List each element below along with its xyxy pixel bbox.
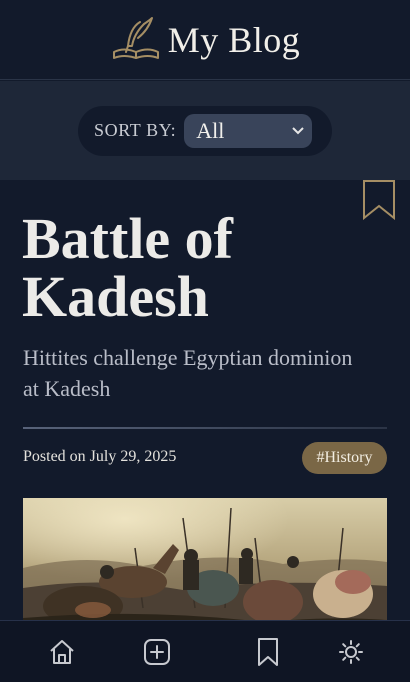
sort-control: SORT BY: All <box>78 105 332 156</box>
chevron-down-icon <box>292 124 304 138</box>
sort-bar: SORT BY: All <box>0 81 410 180</box>
sort-selected-value: All <box>196 117 225 143</box>
bottom-nav <box>0 620 410 682</box>
post-subtitle: Hittites challenge Egyptian dominion at … <box>23 345 353 401</box>
sort-select[interactable]: All <box>184 113 313 148</box>
theme-toggle-icon[interactable] <box>336 637 366 667</box>
app-title: My Blog <box>167 19 301 60</box>
post-date: Posted on July 29, 2025 <box>23 448 177 465</box>
home-icon[interactable] <box>47 637 77 667</box>
post-title: Battle of Kadesh <box>22 206 233 329</box>
battle-scene-painting <box>23 498 387 620</box>
quill-book-icon <box>112 16 159 59</box>
add-post-icon[interactable] <box>142 637 172 667</box>
bookmark-outline-icon[interactable] <box>362 180 396 220</box>
divider <box>23 427 387 429</box>
post-hero-image <box>23 498 387 620</box>
bookmark-icon[interactable] <box>253 637 283 667</box>
app-header: My Blog <box>0 0 410 80</box>
tag-badge[interactable]: #History <box>302 442 387 474</box>
sort-label: SORT BY: <box>94 120 177 140</box>
post-article: Battle of Kadesh Hittites challenge Egyp… <box>0 180 410 620</box>
